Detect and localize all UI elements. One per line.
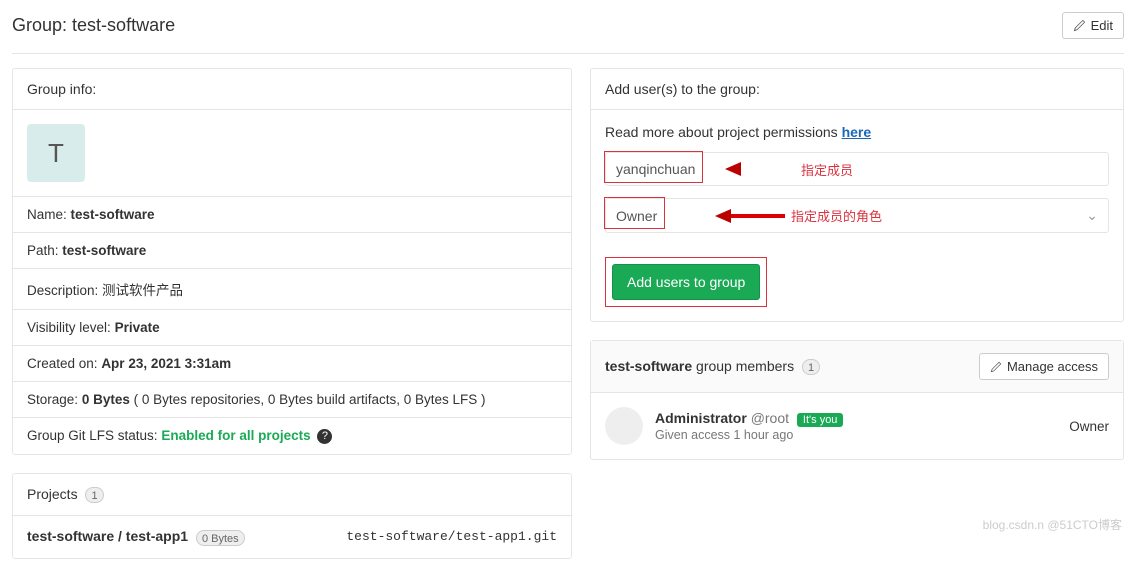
- member-row: Administrator @root It's you Given acces…: [591, 393, 1123, 459]
- projects-count-badge: 1: [85, 487, 103, 503]
- edit-icon: [990, 361, 1002, 373]
- info-row-description: Description: 测试软件产品: [13, 269, 571, 310]
- divider: [12, 53, 1124, 54]
- user-input[interactable]: yanqinchuan: [605, 152, 1109, 186]
- projects-panel: Projects 1 test-software / test-app1 0 B…: [12, 473, 572, 559]
- members-count-badge: 1: [802, 359, 820, 375]
- help-icon[interactable]: ?: [317, 429, 332, 444]
- project-size-badge: 0 Bytes: [196, 530, 245, 546]
- group-info-title: Group info:: [13, 69, 571, 110]
- watermark: blog.csdn.n @51CTO博客: [983, 516, 1122, 533]
- members-panel: test-software group members 1 Manage acc…: [590, 340, 1124, 460]
- edit-icon: [1073, 19, 1086, 32]
- arrow-icon: [725, 159, 795, 179]
- permissions-text: Read more about project permissions here: [605, 124, 1109, 140]
- project-path: test-software/test-app1.git: [346, 529, 557, 544]
- member-role: Owner: [1069, 419, 1109, 434]
- chevron-down-icon: ⌄: [1086, 207, 1098, 224]
- projects-title: Projects 1: [13, 474, 571, 516]
- info-row-path: Path: test-software: [13, 233, 571, 269]
- members-title: test-software group members 1: [605, 358, 820, 375]
- project-row[interactable]: test-software / test-app1 0 Bytes test-s…: [13, 516, 571, 557]
- info-row-visibility: Visibility level: Private: [13, 310, 571, 346]
- info-row-created: Created on: Apr 23, 2021 3:31am: [13, 346, 571, 382]
- permissions-link[interactable]: here: [842, 124, 872, 140]
- edit-label: Edit: [1091, 18, 1113, 33]
- arrow-icon: [715, 206, 785, 226]
- member-name-line: Administrator @root It's you: [655, 410, 843, 426]
- manage-access-button[interactable]: Manage access: [979, 353, 1109, 380]
- title-prefix: Group:: [12, 15, 67, 35]
- its-you-badge: It's you: [797, 413, 844, 427]
- annotation-user: 指定成员: [801, 160, 853, 179]
- add-users-button[interactable]: Add users to group: [612, 264, 760, 300]
- add-users-panel: Add user(s) to the group: Read more abou…: [590, 68, 1124, 322]
- info-row-name: Name: test-software: [13, 197, 571, 233]
- group-name: test-software: [72, 15, 175, 35]
- page-title: Group: test-software: [12, 15, 175, 36]
- edit-button[interactable]: Edit: [1062, 12, 1124, 39]
- page-header: Group: test-software Edit: [12, 8, 1124, 53]
- annotation-role: 指定成员的角色: [791, 206, 882, 225]
- group-avatar: T: [27, 124, 85, 182]
- info-row-storage: Storage: 0 Bytes ( 0 Bytes repositories,…: [13, 382, 571, 418]
- avatar: [605, 407, 643, 445]
- group-info-panel: Group info: T Name: test-software Path: …: [12, 68, 572, 455]
- project-breadcrumb: test-software / test-app1 0 Bytes: [27, 528, 245, 545]
- member-access-time: Given access 1 hour ago: [655, 428, 843, 442]
- annotation-box: Add users to group: [605, 257, 767, 307]
- info-row-lfs: Group Git LFS status: Enabled for all pr…: [13, 418, 571, 454]
- add-users-title: Add user(s) to the group:: [591, 69, 1123, 110]
